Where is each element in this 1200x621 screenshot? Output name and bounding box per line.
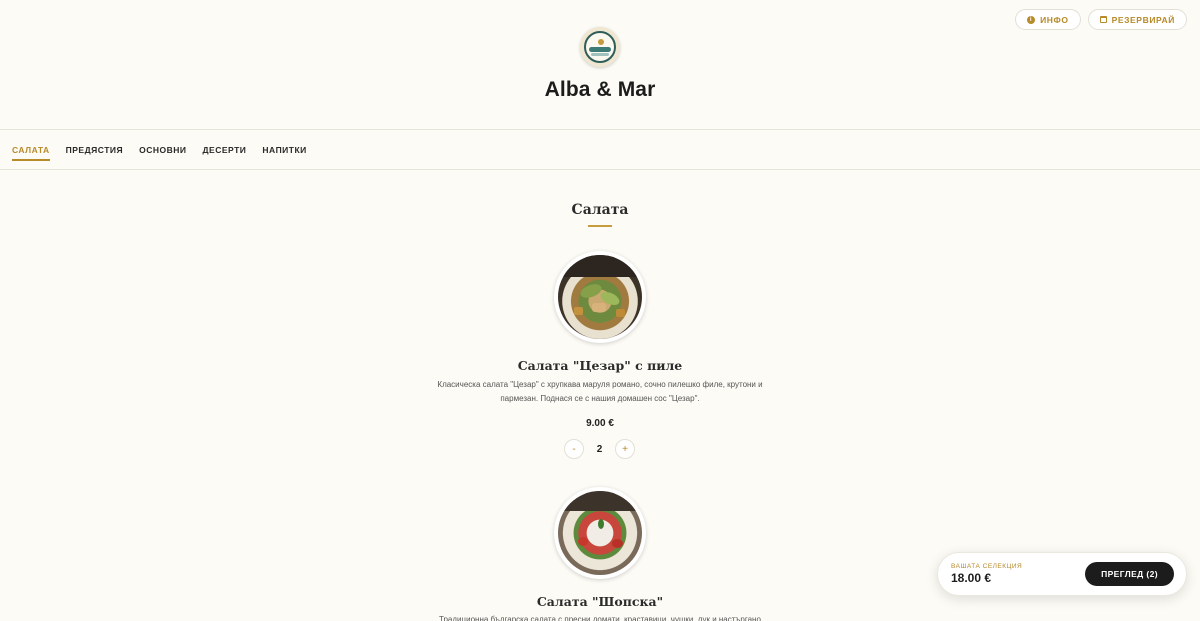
cart-summary: ВАШАТА СЕЛЕКЦИЯ 18.00 €	[951, 563, 1022, 585]
dish-description: Класическа салата "Цезар" с хрупкава мар…	[437, 380, 763, 403]
category-nav: САЛАТА ПРЕДЯСТИЯ ОСНОВНИ ДЕСЕРТИ НАПИТКИ	[0, 129, 1200, 170]
reserve-button[interactable]: РЕЗЕРВИРАЙ	[1087, 9, 1187, 30]
tab-desserts[interactable]: ДЕСЕРТИ	[203, 141, 247, 159]
dish-name: Салата "Цезар" с пиле	[517, 358, 683, 373]
info-button-label: ИНФО	[1040, 14, 1069, 25]
restaurant-logo	[580, 27, 620, 67]
dish-photo-caesar[interactable]	[554, 251, 646, 343]
tab-starters[interactable]: ПРЕДЯСТИЯ	[66, 141, 123, 159]
section-title: Салата	[571, 202, 629, 218]
dish-name: Салата "Шопска"	[536, 594, 664, 609]
restaurant-name: Alba & Mar	[544, 78, 656, 101]
reserve-button-label: РЕЗЕРВИРАЙ	[1111, 14, 1175, 25]
decrease-quantity-button[interactable]: -	[564, 439, 584, 459]
quantity-value: 2	[596, 443, 603, 455]
dish-photo-shopska[interactable]	[554, 487, 646, 579]
cart-summary-bar: ВАШАТА СЕЛЕКЦИЯ 18.00 € ПРЕГЛЕД (2)	[937, 552, 1187, 596]
menu-page: i ИНФО РЕЗЕРВИРАЙ Alba & Mar САЛАТА ПРЕД…	[0, 0, 1200, 621]
tab-mains[interactable]: ОСНОВНИ	[139, 141, 186, 159]
tab-salads[interactable]: САЛАТА	[12, 141, 50, 161]
cart-label: ВАШАТА СЕЛЕКЦИЯ	[951, 563, 1023, 570]
info-icon: i	[1027, 15, 1036, 24]
dish-price: 9.00 €	[586, 418, 614, 429]
info-button[interactable]: i ИНФО	[1015, 9, 1081, 30]
section-divider	[588, 225, 612, 227]
cart-total: 18.00 €	[951, 571, 992, 585]
calendar-icon	[1099, 16, 1107, 23]
review-order-button[interactable]: ПРЕГЛЕД (2)	[1085, 562, 1174, 586]
quantity-stepper: - 2 +	[564, 439, 635, 459]
top-actions: i ИНФО РЕЗЕРВИРАЙ	[1015, 9, 1187, 30]
tab-drinks[interactable]: НАПИТКИ	[262, 141, 306, 159]
increase-quantity-button[interactable]: +	[615, 439, 635, 459]
dish-description: Традиционна българска салата с пресни до…	[439, 615, 761, 621]
